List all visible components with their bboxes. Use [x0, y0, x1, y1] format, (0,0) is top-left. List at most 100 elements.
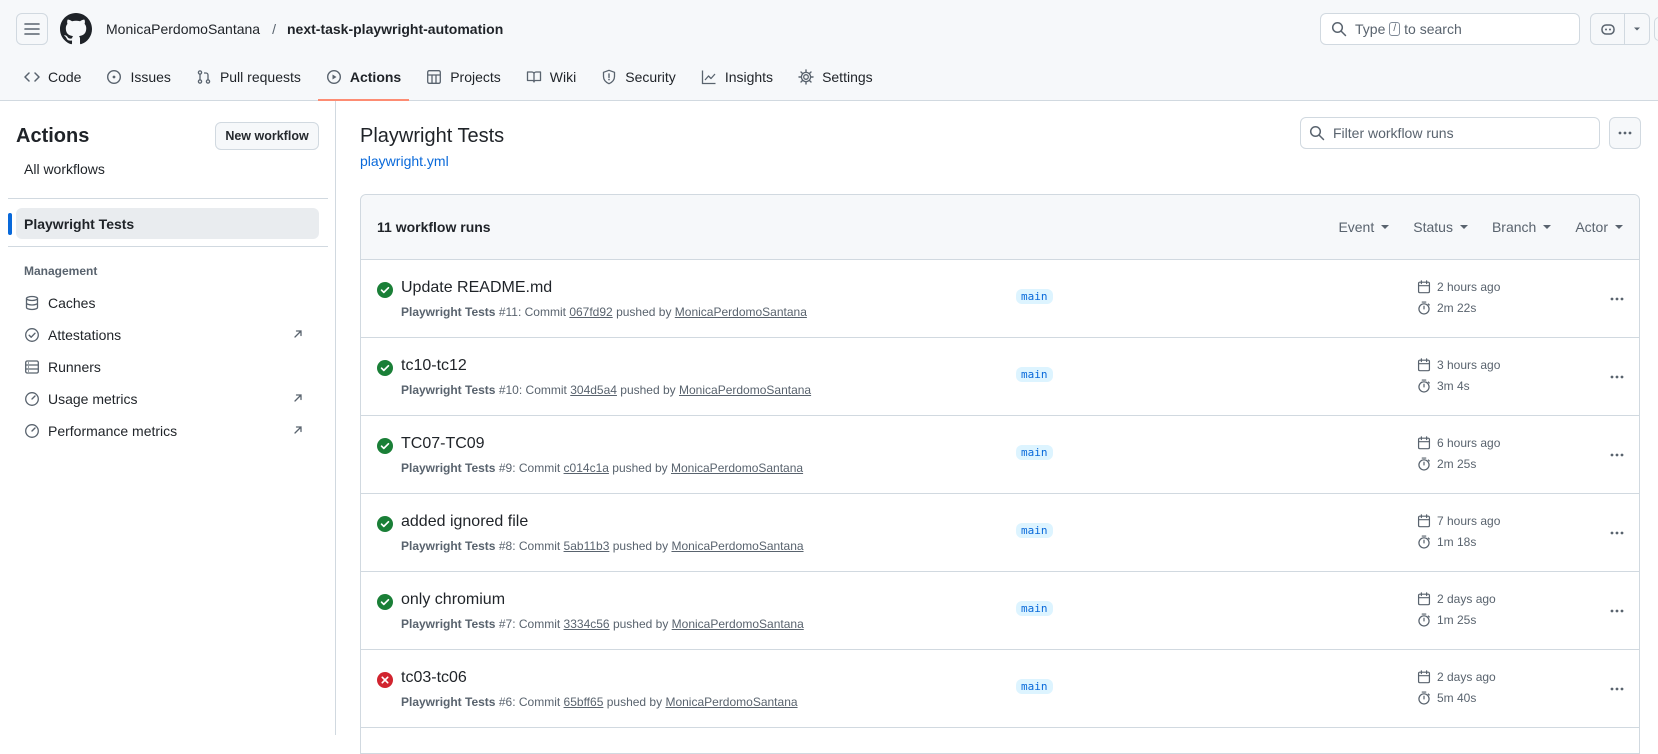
run-menu-button[interactable] [1601, 599, 1633, 623]
copilot-dropdown[interactable] [1625, 14, 1649, 44]
pushed-by-text: pushed by [612, 539, 669, 553]
run-menu-button[interactable] [1601, 677, 1633, 701]
breadcrumb-owner[interactable]: MonicaPerdomoSantana [106, 20, 260, 38]
table-icon [427, 70, 442, 84]
commit-sha-link[interactable]: c014c1a [564, 461, 609, 475]
run-workflow-name: Playwright Tests [401, 383, 496, 397]
actor-link[interactable]: MonicaPerdomoSantana [671, 539, 803, 553]
branch-label[interactable]: main [1016, 523, 1053, 538]
run-time: 7 hours ago [1417, 514, 1500, 528]
workflow-run-row[interactable]: tc10-tc12 Playwright Tests #10: Commit 30… [361, 338, 1639, 416]
repo-header: MonicaPerdomoSantana / next-task-playwri… [0, 0, 1658, 101]
tab-security[interactable]: Security [593, 61, 684, 93]
sidebar-item-attestations[interactable]: Attestations [24, 323, 312, 347]
run-meta: Playwright Tests #10: Commit 304d5a4 pus… [401, 383, 812, 397]
run-title-link[interactable]: TC07-TC09 [401, 435, 485, 453]
commit-sha-link[interactable]: 5ab11b3 [564, 539, 610, 553]
calendar-icon [1417, 358, 1431, 372]
run-title-link[interactable]: tc03-tc06 [401, 669, 467, 687]
branch-label[interactable]: main [1016, 601, 1053, 616]
run-time-text: 2 hours ago [1437, 280, 1501, 294]
run-time: 2 days ago [1417, 592, 1496, 606]
external-link-icon [294, 394, 302, 402]
branch-label[interactable]: main [1016, 289, 1053, 304]
workflow-title: Playwright Tests [360, 125, 505, 147]
filter-label: Event [1338, 219, 1375, 235]
branch-label[interactable]: main [1016, 445, 1053, 460]
search-icon [1331, 21, 1347, 37]
tab-code[interactable]: Code [16, 61, 89, 93]
workflow-run-row[interactable]: Update README.md Playwright Tests #11: Co… [361, 260, 1639, 338]
play-icon [326, 69, 341, 85]
sidebar-item-performance-metrics[interactable]: Performance metrics [24, 419, 312, 443]
global-search[interactable]: Type / to search [1320, 13, 1580, 45]
branch-label[interactable]: main [1016, 679, 1053, 694]
filter-workflow-runs-input[interactable]: Filter workflow runs [1300, 117, 1600, 149]
run-title-link[interactable]: only chromium [401, 591, 505, 609]
tab-projects[interactable]: Projects [418, 61, 509, 93]
sidebar-item-usage-metrics[interactable]: Usage metrics [24, 387, 312, 411]
menu-button[interactable] [16, 13, 48, 45]
filter-status-dropdown[interactable]: Status [1413, 219, 1468, 235]
run-title-link[interactable]: added ignored file [401, 513, 528, 531]
actor-link[interactable]: MonicaPerdomoSantana [679, 383, 811, 397]
workflow-run-row[interactable]: TC07-TC09 Playwright Tests #9: Commit c01… [361, 416, 1639, 494]
tab-actions[interactable]: Actions [317, 61, 410, 101]
workflow-menu-button[interactable] [1609, 117, 1641, 149]
actor-link[interactable]: MonicaPerdomoSantana [672, 617, 804, 631]
tab-wiki[interactable]: Wiki [518, 61, 584, 93]
tab-pull-requests[interactable]: Pull requests [188, 61, 309, 93]
calendar-icon [1417, 514, 1431, 528]
search-shortcut-key: / [1389, 22, 1401, 36]
workflow-run-row[interactable]: only chromium Playwright Tests #7: Commit… [361, 572, 1639, 650]
commit-sha-link[interactable]: 3334c56 [564, 617, 610, 631]
run-menu-button[interactable] [1601, 287, 1633, 311]
copilot-button-group [1590, 13, 1650, 45]
filter-actor-dropdown[interactable]: Actor [1575, 219, 1623, 235]
run-duration: 1m 18s [1417, 535, 1476, 549]
run-number: #8 [498, 539, 513, 553]
actor-link[interactable]: MonicaPerdomoSantana [665, 695, 797, 709]
kebab-horizontal-icon [1618, 131, 1632, 135]
stopwatch-icon [1418, 613, 1430, 627]
filter-label: Branch [1491, 219, 1537, 235]
actor-link[interactable]: MonicaPerdomoSantana [675, 305, 807, 319]
actor-link[interactable]: MonicaPerdomoSantana [671, 461, 803, 475]
run-duration: 1m 25s [1417, 613, 1476, 627]
run-menu-button[interactable] [1601, 365, 1633, 389]
edge-button[interactable] [1654, 17, 1658, 41]
run-title-link[interactable]: Update README.md [401, 279, 552, 297]
run-workflow-name: Playwright Tests [401, 539, 496, 553]
run-count: 11 workflow runs [377, 219, 491, 235]
breadcrumb-repo[interactable]: next-task-playwright-automation [287, 20, 503, 38]
run-menu-button[interactable] [1601, 521, 1633, 545]
sidebar-item-runners[interactable]: Runners [24, 355, 312, 379]
commit-sha-link[interactable]: 65bff65 [564, 695, 604, 709]
github-logo-icon[interactable] [60, 13, 92, 45]
filter-event-dropdown[interactable]: Event [1338, 219, 1390, 235]
stopwatch-icon [1418, 535, 1430, 549]
branch-label[interactable]: main [1016, 367, 1053, 382]
run-number: #11 [498, 305, 518, 319]
kebab-horizontal-icon [1610, 531, 1624, 535]
run-time-text: 2 days ago [1437, 670, 1496, 684]
sidebar-item-playwright-tests[interactable]: Playwright Tests [8, 208, 319, 239]
tab-insights[interactable]: Insights [693, 61, 781, 93]
filter-branch-dropdown[interactable]: Branch [1491, 219, 1552, 235]
divider [8, 198, 328, 199]
run-title-link[interactable]: tc10-tc12 [401, 357, 467, 375]
commit-sha-link[interactable]: 067fd92 [569, 305, 612, 319]
workflow-run-row[interactable]: tc03-tc06 Playwright Tests #6: Commit 65b… [361, 650, 1639, 728]
copilot-button[interactable] [1591, 14, 1625, 44]
sidebar-item-label: Runners [48, 359, 101, 375]
run-menu-button[interactable] [1601, 443, 1633, 467]
sidebar-item-label: Performance metrics [48, 423, 178, 439]
commit-sha-link[interactable]: 304d5a4 [570, 383, 617, 397]
new-workflow-button[interactable]: New workflow [215, 122, 319, 150]
workflow-run-row[interactable]: added ignored file Playwright Tests #8: C… [361, 494, 1639, 572]
sidebar-item-all-workflows[interactable]: All workflows [24, 161, 105, 177]
tab-settings[interactable]: Settings [790, 61, 881, 93]
tab-issues[interactable]: Issues [98, 61, 178, 93]
workflow-file-link[interactable]: playwright.yml [360, 153, 449, 169]
sidebar-item-caches[interactable]: Caches [24, 291, 312, 315]
